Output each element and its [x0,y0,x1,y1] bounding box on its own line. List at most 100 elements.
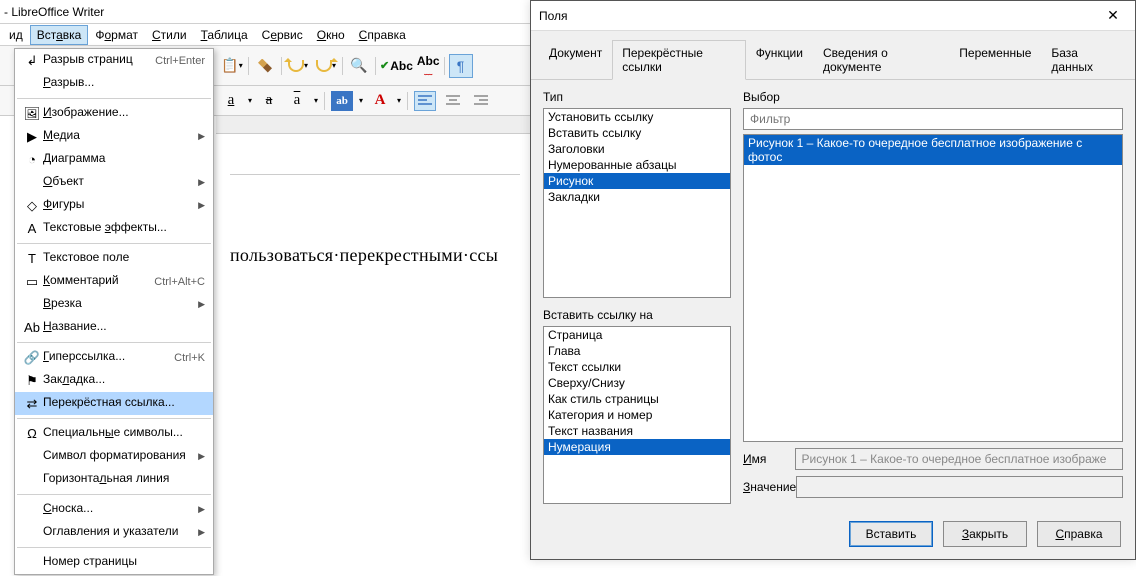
menu-item-fmt-symbol[interactable]: Символ форматирования▶ [15,445,213,468]
underline-a-btn[interactable]: a [220,91,242,111]
menu-item-comment[interactable]: ▭КомментарийCtrl+Alt+C [15,270,213,293]
menu-separator [17,342,211,343]
separator [281,57,282,75]
menu-item-page-number[interactable]: Номер страницы [15,551,213,574]
align-left-btn[interactable] [414,91,436,111]
undo-icon[interactable]: ▾ [286,54,310,78]
help-button[interactable]: Справка [1037,521,1121,547]
tab-1[interactable]: Перекрёстные ссылки [612,40,745,80]
separator [342,57,343,75]
menu-view[interactable]: ид [2,25,30,45]
menu-item-label: Фигуры [43,197,198,211]
writer-window: - LibreOffice Writer идВставкаФорматСтил… [0,0,530,576]
list-item[interactable]: Нумерация [544,439,730,455]
list-item[interactable]: Нумерованные абзацы [544,157,730,173]
list-item[interactable]: Вставить ссылку [544,125,730,141]
menu-item-special-chars[interactable]: ΩСпециальные символы... [15,422,213,445]
submenu-arrow-icon: ▶ [198,200,213,211]
menubar[interactable]: идВставкаФорматСтилиТаблицаСервисОкноСпр… [0,24,530,46]
shortcut: Ctrl+K [174,352,213,364]
special-chars-icon: Ω [21,426,43,441]
list-item[interactable]: Рисунок [544,173,730,189]
list-item[interactable]: Глава [544,343,730,359]
char-fg-btn[interactable]: A [369,91,391,111]
menu-item-image[interactable]: 🖼Изображение... [15,102,213,125]
type-listbox[interactable]: Установить ссылкуВставить ссылкуЗаголовк… [543,108,731,298]
menu-insert[interactable]: Вставка [30,25,89,45]
selection-listbox[interactable]: Рисунок 1 – Какое-то очередное бесплатно… [743,134,1123,442]
menu-service[interactable]: Сервис [255,25,310,45]
name-field [795,448,1123,470]
menu-window[interactable]: Окно [310,25,352,45]
list-item[interactable]: Текст названия [544,423,730,439]
menu-styles[interactable]: Стили [145,25,194,45]
list-item[interactable]: Как стиль страницы [544,391,730,407]
paint-format-icon[interactable] [253,54,277,78]
list-item[interactable]: Сверху/Снизу [544,375,730,391]
menu-help[interactable]: Справка [352,25,413,45]
align-center-btn[interactable] [442,91,464,111]
close-icon[interactable]: ✕ [1099,5,1127,27]
list-item[interactable]: Закладки [544,189,730,205]
menu-item-break[interactable]: Разрыв... [15,72,213,95]
menu-item-caption[interactable]: AbНазвание... [15,316,213,339]
menu-item-label: Объект [43,174,198,188]
menu-item-footnote[interactable]: Сноска...▶ [15,498,213,521]
strike-a-btn[interactable]: a [258,91,280,111]
tab-2[interactable]: Функции [746,40,813,80]
close-button[interactable]: Закрыть [943,521,1027,547]
menu-item-hyperlink[interactable]: 🔗Гиперссылка...Ctrl+K [15,346,213,369]
clipboard-icon[interactable]: 📋▾ [220,54,244,78]
spellcheck-icon[interactable]: ✔Abc [380,59,413,73]
dialog-titlebar[interactable]: Поля ✕ [531,1,1135,31]
tab-4[interactable]: Переменные [949,40,1041,80]
tab-3[interactable]: Сведения о документе [813,40,949,80]
menu-item-media[interactable]: ▶Медиа▶ [15,125,213,148]
menu-item-label: Врезка [43,296,198,310]
menu-item-label: Горизонтальная линия [43,471,213,485]
list-item[interactable]: Страница [544,327,730,343]
submenu-arrow-icon: ▶ [198,131,213,142]
overline-a-btn[interactable]: a [286,91,308,111]
align-right-btn[interactable] [470,91,492,111]
shapes-icon: ◇ [21,198,43,214]
menu-item-text-effects[interactable]: AТекстовые эффекты... [15,217,213,240]
ruler[interactable] [216,116,530,134]
menu-item-toc[interactable]: Оглавления и указатели▶ [15,521,213,544]
autospell-icon[interactable]: Abc﹏ [417,54,440,77]
insert-menu[interactable]: ↲Разрыв страницCtrl+EnterРазрыв... 🖼Изобр… [14,48,214,575]
menu-item-label: Номер страницы [43,554,213,568]
value-field [796,476,1123,498]
menu-item-label: Перекрёстная ссылка... [43,395,213,409]
menu-table[interactable]: Таблица [194,25,255,45]
menu-item-label: Оглавления и указатели [43,524,198,538]
menu-item-label: Медиа [43,128,198,142]
find-icon[interactable]: 🔍 [347,54,371,78]
menu-item-page-break[interactable]: ↲Разрыв страницCtrl+Enter [15,49,213,72]
shortcut: Ctrl+Alt+C [154,276,213,288]
menu-item-chart[interactable]: ◔Диаграмма [15,148,213,171]
insertref-listbox[interactable]: СтраницаГлаваТекст ссылкиСверху/СнизуКак… [543,326,731,504]
menu-item-text-field[interactable]: TТекстовое поле [15,247,213,270]
tab-0[interactable]: Документ [539,40,612,80]
filter-input[interactable] [743,108,1123,130]
list-item[interactable]: Заголовки [544,141,730,157]
list-item[interactable]: Установить ссылку [544,109,730,125]
menu-item-cross-ref[interactable]: ⇄Перекрёстная ссылка... [15,392,213,415]
redo-icon[interactable]: ▾ [314,54,338,78]
list-item[interactable]: Категория и номер [544,407,730,423]
list-item[interactable]: Текст ссылки [544,359,730,375]
menu-item-shapes[interactable]: ◇Фигуры▶ [15,194,213,217]
menu-item-bookmark[interactable]: ⚑Закладка... [15,369,213,392]
tab-5[interactable]: База данных [1041,40,1127,80]
menu-item-frame[interactable]: Врезка▶ [15,293,213,316]
menu-item-hline[interactable]: Горизонтальная линия [15,468,213,491]
insert-button[interactable]: Вставить [849,521,933,547]
list-item[interactable]: Рисунок 1 – Какое-то очередное бесплатно… [744,135,1122,165]
submenu-arrow-icon: ▶ [198,299,213,310]
pilcrow-toggle[interactable]: ¶ [449,54,473,78]
menu-format[interactable]: Формат [88,25,145,45]
menu-item-object[interactable]: Объект▶ [15,171,213,194]
cross-ref-icon: ⇄ [21,396,43,412]
char-bg-btn[interactable]: ab [331,91,353,111]
